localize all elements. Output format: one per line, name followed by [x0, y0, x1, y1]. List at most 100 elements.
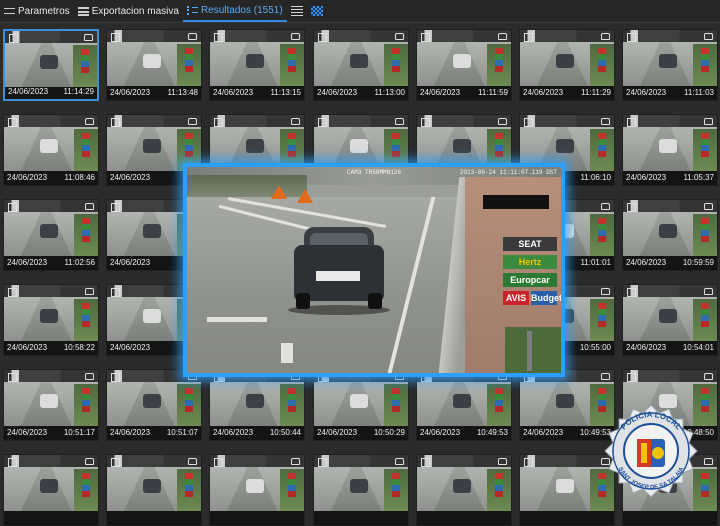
- result-thumbnail[interactable]: [519, 454, 615, 526]
- result-thumbnail[interactable]: 24/06/2023 11:13:48: [106, 29, 202, 101]
- select-checkbox[interactable]: [111, 458, 120, 467]
- select-checkbox[interactable]: [421, 118, 430, 127]
- grid-view-icon[interactable]: [310, 6, 323, 16]
- capture-time: 11:13:48: [167, 88, 198, 97]
- result-thumbnail[interactable]: 24/06/2023 10:54:01: [622, 284, 718, 356]
- capture-date: 24/06/2023: [626, 173, 667, 182]
- capture-time: 11:08:46: [64, 173, 95, 182]
- select-checkbox[interactable]: [111, 203, 120, 212]
- car-icon: [704, 33, 713, 40]
- select-checkbox[interactable]: [111, 118, 120, 127]
- result-thumbnail[interactable]: 24/06/2023 11:11:03: [622, 29, 718, 101]
- select-checkbox[interactable]: [8, 373, 17, 382]
- vehicle: [349, 394, 368, 408]
- select-checkbox[interactable]: [627, 373, 636, 382]
- select-checkbox[interactable]: [421, 458, 430, 467]
- result-thumbnail[interactable]: 24/06/2023 11:08:46: [3, 114, 99, 186]
- select-checkbox[interactable]: [318, 458, 327, 467]
- thumbnail-image: [417, 30, 511, 86]
- select-checkbox[interactable]: [524, 118, 533, 127]
- sign-hertz: Hertz: [503, 255, 557, 269]
- vehicle: [349, 479, 368, 493]
- result-thumbnail[interactable]: [416, 454, 512, 526]
- capture-date: 24/06/2023: [626, 258, 667, 267]
- thumbnail-image: [4, 455, 98, 511]
- select-checkbox[interactable]: [627, 203, 636, 212]
- tab-resultados[interactable]: Resultados (1551): [182, 0, 287, 22]
- result-thumbnail[interactable]: 24/06/2023 11:11:29: [519, 29, 615, 101]
- sign-europcar: Europcar: [503, 273, 557, 287]
- vehicle: [349, 54, 368, 68]
- result-thumbnail[interactable]: 24/06/2023 11:13:15: [209, 29, 305, 101]
- result-thumbnail[interactable]: 24/06/2023 11:11:59: [416, 29, 512, 101]
- result-thumbnail[interactable]: 24/06/2023 10:49:53: [416, 369, 512, 441]
- select-checkbox[interactable]: [318, 118, 327, 127]
- capture-date: 24/06/2023: [7, 258, 48, 267]
- select-checkbox[interactable]: [111, 288, 120, 297]
- result-thumbnail[interactable]: 24/06/2023 10:49:53: [519, 369, 615, 441]
- result-thumbnail[interactable]: [313, 454, 409, 526]
- thumbnail-image: [623, 115, 717, 171]
- traffic-cone: [271, 185, 287, 199]
- result-thumbnail[interactable]: [106, 454, 202, 526]
- select-checkbox[interactable]: [214, 458, 223, 467]
- result-thumbnail[interactable]: 24/06/2023 10:58:22: [3, 284, 99, 356]
- car-icon: [395, 458, 404, 465]
- image-preview-popup[interactable]: SEAT Hertz Europcar AVIS Budget CAM3 TR5…: [183, 163, 565, 377]
- select-checkbox[interactable]: [111, 33, 120, 42]
- select-checkbox[interactable]: [524, 33, 533, 42]
- result-thumbnail[interactable]: [209, 454, 305, 526]
- capture-date: 24/06/2023: [523, 428, 564, 437]
- result-thumbnail[interactable]: 24/06/2023 10:50:44: [209, 369, 305, 441]
- capture-time: 10:54:01: [682, 343, 714, 352]
- result-thumbnail[interactable]: 24/06/2023 11:02:56: [3, 199, 99, 271]
- capture-time: 11:06:10: [580, 173, 611, 182]
- thumbnail-image: [107, 455, 201, 511]
- rows-view-icon[interactable]: [290, 6, 303, 16]
- vehicle: [245, 54, 264, 68]
- capture-date: 24/06/2023: [110, 428, 151, 437]
- result-thumbnail[interactable]: 24/06/2023 11:14:29: [3, 29, 99, 101]
- capture-date: 24/06/2023: [523, 88, 564, 97]
- result-thumbnail[interactable]: 24/06/2023 11:13:00: [313, 29, 409, 101]
- policia-local-badge-logo: POLICIA LOCAL SANT JOSEP DE SA TALAIA: [604, 404, 698, 498]
- result-thumbnail[interactable]: 24/06/2023 10:50:29: [313, 369, 409, 441]
- select-checkbox[interactable]: [214, 33, 223, 42]
- select-checkbox[interactable]: [627, 118, 636, 127]
- capture-time: 11:11:03: [684, 88, 714, 97]
- select-checkbox[interactable]: [318, 33, 327, 42]
- car-icon: [498, 458, 507, 465]
- car-icon: [85, 373, 94, 380]
- thumbnail-image: [520, 370, 614, 426]
- sign-avis: AVIS: [503, 291, 529, 305]
- capture-date: 24/06/2023: [317, 88, 358, 97]
- select-checkbox[interactable]: [9, 34, 18, 43]
- select-checkbox[interactable]: [111, 373, 120, 382]
- result-thumbnail[interactable]: 24/06/2023 10:51:17: [3, 369, 99, 441]
- thumbnail-image: [4, 285, 98, 341]
- vehicle: [39, 479, 58, 493]
- result-thumbnail[interactable]: 24/06/2023 11:05:37: [622, 114, 718, 186]
- thumbnail-image: [417, 455, 511, 511]
- select-checkbox[interactable]: [524, 458, 533, 467]
- select-checkbox[interactable]: [8, 458, 17, 467]
- car-icon: [601, 118, 610, 125]
- select-checkbox[interactable]: [8, 118, 17, 127]
- select-checkbox[interactable]: [627, 33, 636, 42]
- vehicle: [658, 309, 677, 323]
- select-checkbox[interactable]: [421, 33, 430, 42]
- result-thumbnail[interactable]: 24/06/2023 10:51:07: [106, 369, 202, 441]
- result-thumbnail[interactable]: [3, 454, 99, 526]
- tab-exportacion-masiva[interactable]: Exportacion masiva: [74, 0, 183, 22]
- result-thumbnail[interactable]: 24/06/2023 10:59:59: [622, 199, 718, 271]
- vehicle: [555, 139, 574, 153]
- tab-parametros[interactable]: Parametros: [0, 0, 74, 22]
- thumbnail-image: [4, 115, 98, 171]
- select-checkbox[interactable]: [8, 203, 17, 212]
- select-checkbox[interactable]: [8, 288, 17, 297]
- select-checkbox[interactable]: [627, 288, 636, 297]
- vehicle: [39, 394, 58, 408]
- select-checkbox[interactable]: [214, 118, 223, 127]
- car-icon: [188, 458, 197, 465]
- capture-time: 10:51:17: [63, 428, 95, 437]
